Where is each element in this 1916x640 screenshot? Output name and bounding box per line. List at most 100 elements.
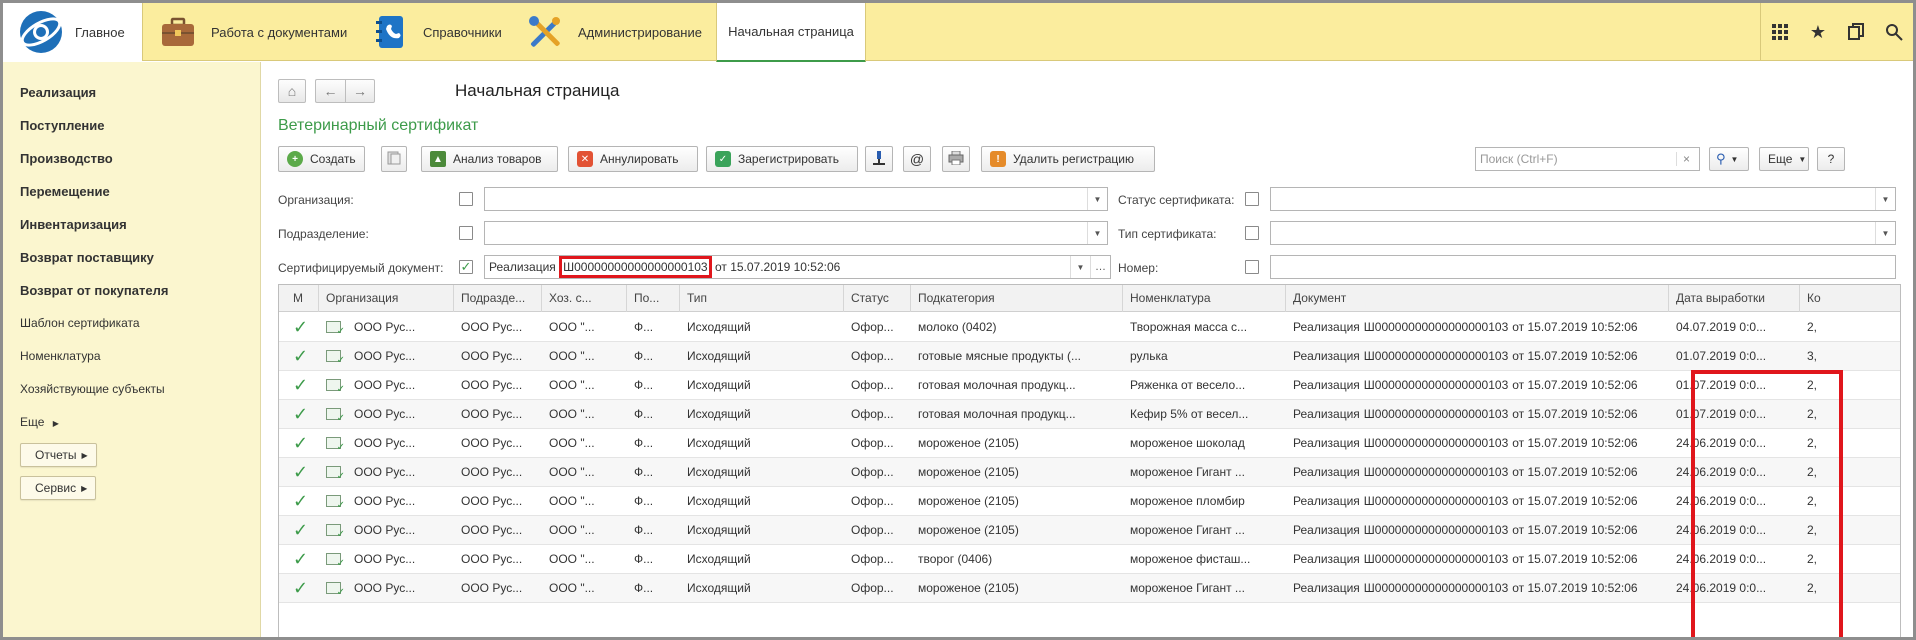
- col-header-type[interactable]: Тип: [680, 285, 844, 312]
- department-checkbox[interactable]: [459, 226, 473, 240]
- service-button[interactable]: Сервис ▶: [20, 476, 97, 500]
- microscope-button[interactable]: [865, 146, 893, 172]
- cell-nomenclature: рулька: [1130, 349, 1168, 363]
- table-row[interactable]: ✓ ООО Рус... ООО Рус... ООО "... Ф... Исходящ…: [279, 371, 1900, 400]
- sidebar-item-more[interactable]: Еще ▶: [20, 415, 59, 429]
- chevron-down-icon[interactable]: ▼: [1875, 222, 1895, 244]
- help-button[interactable]: ?: [1817, 147, 1845, 171]
- sidebar-item-production[interactable]: Производство: [20, 151, 113, 166]
- search-options-button[interactable]: ⚲ ▼: [1709, 147, 1749, 171]
- sidebar-item-return-customer[interactable]: Возврат от покупателя: [20, 283, 168, 298]
- star-icon[interactable]: ★: [1799, 3, 1837, 61]
- section-references[interactable]: Справочники: [373, 3, 502, 61]
- table-header: М Организация Подразде... Хоз. с... По..…: [279, 285, 1900, 312]
- certified-doc-field[interactable]: Реализация Ш00000000000000000103 от 15.0…: [484, 255, 1111, 279]
- cell-organization: ООО Рус...: [319, 342, 454, 371]
- table-row[interactable]: ✓ ООО Рус... ООО Рус... ООО "... Ф... Исходящ…: [279, 342, 1900, 371]
- section-administration[interactable]: Администрирование: [528, 3, 702, 61]
- section-administration-label: Администрирование: [578, 24, 702, 40]
- number-checkbox[interactable]: [1245, 260, 1259, 274]
- table-row[interactable]: ✓ ООО Рус... ООО Рус... ООО "... Ф... Исходящ…: [279, 313, 1900, 342]
- organization-field[interactable]: ▼: [484, 187, 1108, 211]
- search-icon[interactable]: [1875, 3, 1913, 61]
- section-main[interactable]: Главное: [3, 3, 143, 61]
- tab-start-page[interactable]: Начальная страница: [716, 3, 866, 63]
- sidebar-item-business-entities[interactable]: Хозяйствующие субъекты: [20, 382, 165, 396]
- cell-quantity: 2,: [1807, 436, 1818, 450]
- cell-document-doc-num: Ш00000000000000000103: [1363, 581, 1509, 595]
- home-button[interactable]: ⌂: [278, 79, 306, 103]
- table-row[interactable]: ✓ ООО Рус... ООО Рус... ООО "... Ф... Исходящ…: [279, 429, 1900, 458]
- certificate-doc-icon: [326, 350, 345, 366]
- reports-button[interactable]: Отчеты ▶: [20, 443, 97, 467]
- ellipsis-icon[interactable]: …: [1090, 256, 1110, 278]
- more-button[interactable]: Еще ▼: [1759, 147, 1809, 171]
- cell-organization: ООО Рус...: [319, 313, 454, 342]
- search-input[interactable]: [1476, 152, 1676, 166]
- col-header-po[interactable]: По...: [627, 285, 680, 312]
- cell-status: Офор...: [851, 494, 894, 508]
- col-header-department[interactable]: Подразде...: [454, 285, 542, 312]
- col-header-nomenclature[interactable]: Номенклатура: [1123, 285, 1286, 312]
- reports-button-label: Отчеты: [35, 448, 77, 462]
- cell-document-doc-prefix: Реализация: [1293, 436, 1360, 450]
- create-button[interactable]: + Создать: [278, 146, 365, 172]
- cell-document-doc-num: Ш00000000000000000103: [1363, 552, 1509, 566]
- forward-button[interactable]: →: [345, 79, 375, 103]
- cell-document-doc-suffix: от 15.07.2019 10:52:06: [1512, 407, 1638, 421]
- cell-document-doc-num: Ш00000000000000000103: [1363, 465, 1509, 479]
- annul-button[interactable]: ✕ Аннулировать: [568, 146, 698, 172]
- register-button[interactable]: ✓ Зарегистрировать: [706, 146, 858, 172]
- table-row[interactable]: ✓ ООО Рус... ООО Рус... ООО "... Ф... Исходящ…: [279, 545, 1900, 574]
- col-header-business-entity[interactable]: Хоз. с...: [542, 285, 627, 312]
- sidebar-item-sales[interactable]: Реализация: [20, 85, 96, 100]
- col-header-mark[interactable]: М: [279, 285, 319, 312]
- department-label: Подразделение:: [278, 227, 369, 241]
- col-header-status[interactable]: Статус: [844, 285, 911, 312]
- col-header-quantity[interactable]: Ко: [1800, 285, 1900, 312]
- back-button[interactable]: ←: [315, 79, 345, 103]
- sidebar-item-inventory[interactable]: Инвентаризация: [20, 217, 127, 232]
- cert-status-checkbox[interactable]: [1245, 192, 1259, 206]
- cell-organization-text: ООО Рус...: [354, 552, 416, 566]
- sidebar-item-transfer[interactable]: Перемещение: [20, 184, 110, 199]
- cert-type-field[interactable]: ▼: [1270, 221, 1896, 245]
- organization-checkbox[interactable]: [459, 192, 473, 206]
- history-icon[interactable]: [1837, 3, 1875, 61]
- table-row[interactable]: ✓ ООО Рус... ООО Рус... ООО "... Ф... Исходящ…: [279, 574, 1900, 603]
- chevron-down-icon[interactable]: ▼: [1087, 222, 1107, 244]
- apps-grid-icon[interactable]: [1761, 3, 1799, 61]
- section-documents[interactable]: Работа с документами: [161, 3, 347, 61]
- chevron-down-icon[interactable]: ▼: [1070, 256, 1090, 278]
- copy-button[interactable]: [381, 146, 407, 172]
- sidebar-item-cert-template[interactable]: Шаблон сертификата: [20, 316, 140, 330]
- email-button[interactable]: @: [903, 146, 931, 172]
- certified-doc-checkbox[interactable]: [459, 260, 473, 274]
- table-row[interactable]: ✓ ООО Рус... ООО Рус... ООО "... Ф... Исходящ…: [279, 400, 1900, 429]
- sidebar-item-receipt[interactable]: Поступление: [20, 118, 105, 133]
- cell-type: Исходящий: [687, 349, 751, 363]
- sidebar-item-nomenclature[interactable]: Номенклатура: [20, 349, 101, 363]
- sidebar-item-return-supplier[interactable]: Возврат поставщику: [20, 250, 154, 265]
- department-field[interactable]: ▼: [484, 221, 1108, 245]
- tools-icon: [528, 15, 562, 49]
- col-header-production-date[interactable]: Дата выработки: [1669, 285, 1800, 312]
- delete-registration-button[interactable]: ! Удалить регистрацию: [981, 146, 1155, 172]
- chevron-down-icon[interactable]: ▼: [1875, 188, 1895, 210]
- table-row[interactable]: ✓ ООО Рус... ООО Рус... ООО "... Ф... Исходящ…: [279, 458, 1900, 487]
- chevron-down-icon[interactable]: ▼: [1087, 188, 1107, 210]
- col-header-subcategory[interactable]: Подкатегория: [911, 285, 1123, 312]
- cell-document: Реализация Ш00000000000000000103 от 15.07.…: [1286, 516, 1669, 545]
- clear-icon[interactable]: ×: [1676, 152, 1696, 166]
- table-row[interactable]: ✓ ООО Рус... ООО Рус... ООО "... Ф... Исходящ…: [279, 516, 1900, 545]
- col-header-document[interactable]: Документ: [1286, 285, 1669, 312]
- number-field[interactable]: [1270, 255, 1896, 279]
- print-button[interactable]: [942, 146, 970, 172]
- cert-status-field[interactable]: ▼: [1270, 187, 1896, 211]
- cell-status: Офор...: [851, 552, 894, 566]
- cert-type-checkbox[interactable]: [1245, 226, 1259, 240]
- analyze-goods-button[interactable]: ▲ Анализ товаров: [421, 146, 558, 172]
- col-header-organization[interactable]: Организация: [319, 285, 454, 312]
- table-row[interactable]: ✓ ООО Рус... ООО Рус... ООО "... Ф... Исходящ…: [279, 487, 1900, 516]
- chevron-down-icon: ▼: [1798, 154, 1807, 164]
